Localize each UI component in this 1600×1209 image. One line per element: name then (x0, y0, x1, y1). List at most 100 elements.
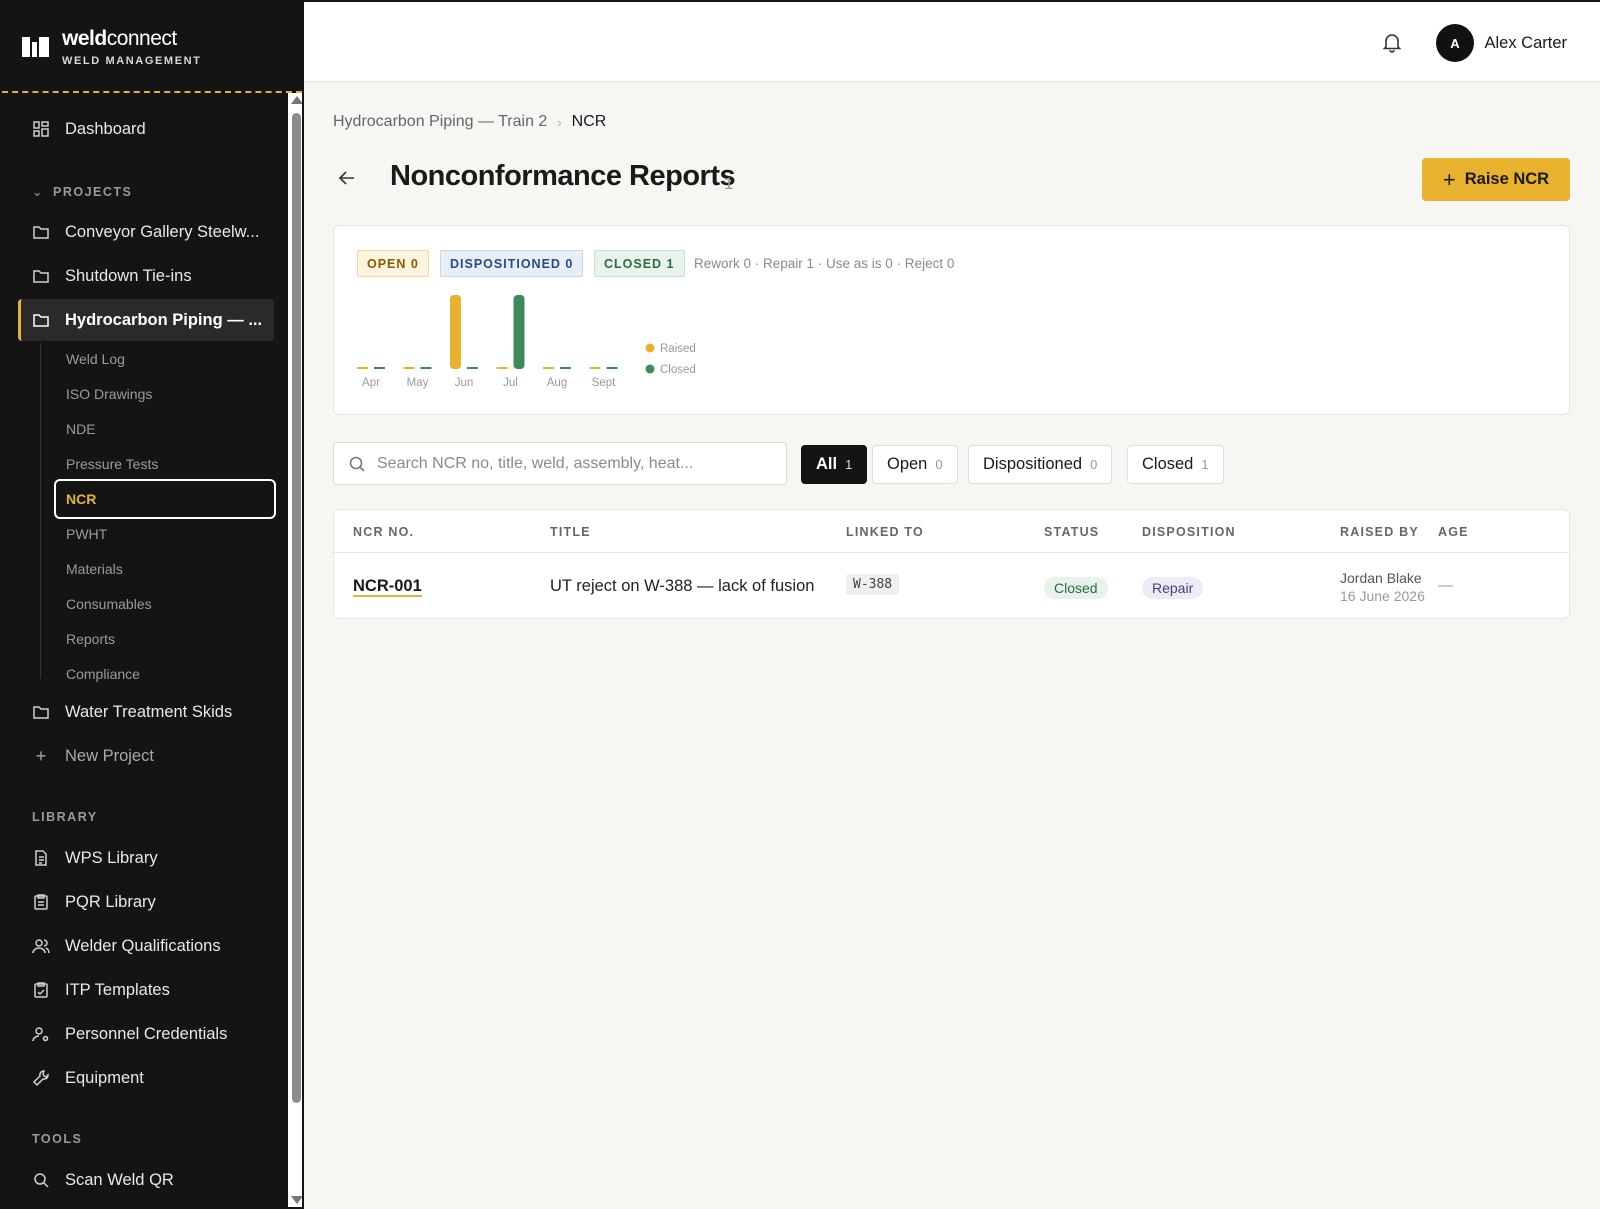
page-title: Nonconformance Reports (390, 160, 736, 192)
filter-tab-closed[interactable]: Closed 1 (1127, 445, 1224, 484)
table-header: NCR NO. TITLE LINKED TO STATUS DISPOSITI… (334, 510, 1569, 553)
sidebar-item-pqr-library[interactable]: PQR Library (18, 881, 274, 923)
ncr-number-link[interactable]: NCR-001 (353, 577, 422, 597)
back-arrow-icon[interactable] (337, 168, 361, 192)
column-header-disposition[interactable]: DISPOSITION (1142, 525, 1236, 539)
ncr-summary-card: OPEN 0 DISPOSITIONED 0 CLOSED 1 Rework 0… (333, 225, 1570, 415)
sidebar-item-scan-weld-qr[interactable]: Scan Weld QR (18, 1159, 274, 1201)
chevron-down-icon: ⌄ (32, 185, 44, 199)
sidebar-subitem-ncr[interactable]: NCR (54, 479, 276, 519)
search-box[interactable] (333, 442, 787, 485)
brand-logo[interactable]: weldconnect WELD MANAGEMENT (2, 2, 302, 93)
column-header-linked-to[interactable]: LINKED TO (846, 525, 924, 539)
sidebar-subitem-reports[interactable]: Reports (66, 631, 115, 647)
filter-count: 1 (1201, 457, 1209, 472)
sidebar-item-dashboard[interactable]: Dashboard (18, 108, 274, 150)
sidebar-item-project-conveyor[interactable]: Conveyor Gallery Steelw... (18, 211, 274, 253)
projects-section-toggle[interactable]: ⌄ PROJECTS (32, 184, 132, 199)
search-input[interactable] (377, 454, 777, 473)
filter-count: 0 (935, 457, 943, 472)
disposition-badge: Repair (1142, 577, 1204, 599)
sidebar-subitem-iso-drawings[interactable]: ISO Drawings (66, 386, 152, 402)
sidebar-item-label: Welder Qualifications (65, 936, 221, 955)
sidebar-scrollbar[interactable] (288, 93, 302, 1207)
x-tick-label: Apr (362, 377, 380, 389)
sidebar-subitem-consumables[interactable]: Consumables (66, 596, 152, 612)
user-name[interactable]: Alex Carter (1484, 34, 1567, 53)
brand-subtitle: WELD MANAGEMENT (62, 54, 202, 67)
sidebar-item-label: WPS Library (65, 848, 158, 867)
breadcrumb-parent-link[interactable]: Hydrocarbon Piping — Train 2 (333, 113, 547, 131)
sidebar-item-personnel-credentials[interactable]: Personnel Credentials (18, 1013, 274, 1055)
filter-tab-all[interactable]: All 1 (801, 445, 868, 484)
sidebar-item-label: ITP Templates (65, 980, 170, 999)
filter-label: Dispositioned (983, 455, 1083, 473)
closed-count-badge: CLOSED 1 (594, 250, 685, 277)
clipboard-check-icon (32, 981, 50, 999)
column-header-status[interactable]: STATUS (1044, 525, 1099, 539)
new-project-button[interactable]: + New Project (18, 735, 274, 777)
submenu-guide-line (40, 343, 41, 679)
sidebar-item-label: Water Treatment Skids (65, 702, 233, 721)
scroll-up-arrow-icon[interactable] (291, 96, 302, 104)
weldconnect-logo-icon (22, 36, 49, 57)
x-tick-label: Jun (455, 377, 474, 389)
filter-tab-dispositioned[interactable]: Dispositioned 0 (968, 445, 1113, 484)
ncr-title: UT reject on W-388 — lack of fusion (550, 577, 815, 595)
sidebar-subitem-compliance[interactable]: Compliance (66, 666, 140, 682)
sidebar-subitem-pressure-tests[interactable]: Pressure Tests (66, 456, 158, 472)
sidebar-item-welder-qualifications[interactable]: Welder Qualifications (18, 925, 274, 967)
sidebar-subitem-nde[interactable]: NDE (66, 421, 96, 437)
filter-count: 1 (845, 457, 853, 472)
bar-raised-sept (589, 367, 601, 369)
sidebar-subitem-pwht[interactable]: PWHT (66, 526, 107, 542)
sidebar-item-equipment[interactable]: Equipment (18, 1057, 274, 1099)
raise-ncr-button[interactable]: + Raise NCR (1422, 158, 1570, 201)
bar-raised-apr (357, 367, 368, 369)
sidebar-item-project-shutdown[interactable]: Shutdown Tie-ins (18, 255, 274, 297)
linked-weld-tag[interactable]: W-388 (846, 574, 900, 595)
bell-icon[interactable] (1380, 30, 1404, 54)
raised-by-name: Jordan Blake (1340, 570, 1422, 586)
raise-ncr-label: Raise NCR (1464, 170, 1550, 188)
sidebar-item-label: Equipment (65, 1068, 144, 1087)
wrench-icon (32, 1069, 50, 1087)
sidebar-item-wps-library[interactable]: WPS Library (18, 837, 274, 879)
sidebar-subitem-materials[interactable]: Materials (66, 561, 123, 577)
legend-swatch (645, 343, 655, 353)
top-bar: A Alex Carter (304, 0, 1600, 82)
scrollbar-thumb[interactable] (292, 113, 301, 1103)
page-title-count: 1 (724, 174, 734, 193)
bar-closed-sept (606, 367, 618, 369)
sidebar-item-itp-templates[interactable]: ITP Templates (18, 969, 274, 1011)
plus-icon: + (1442, 166, 1456, 192)
filter-label: Closed (1142, 455, 1194, 473)
sidebar-item-label: Hydrocarbon Piping — ... (65, 310, 263, 329)
column-header-age[interactable]: AGE (1438, 525, 1469, 539)
bar-raised-may (403, 367, 415, 369)
section-label: PROJECTS (52, 185, 133, 199)
x-tick-label: Aug (547, 377, 567, 389)
column-header-raised-by[interactable]: RAISED BY (1340, 525, 1419, 539)
column-header-title[interactable]: TITLE (550, 525, 591, 539)
folder-icon (32, 267, 50, 285)
bar-raised-aug (543, 367, 554, 369)
sidebar-subitem-weld-log[interactable]: Weld Log (66, 351, 125, 367)
search-icon (349, 456, 365, 472)
table-row[interactable]: NCR-001 UT reject on W-388 — lack of fus… (334, 553, 1569, 619)
bar-closed-may (420, 367, 432, 369)
scroll-down-arrow-icon[interactable] (291, 1196, 302, 1204)
filter-tab-open[interactable]: Open 0 (872, 445, 958, 484)
clipboard-list-icon (32, 893, 50, 911)
avatar[interactable]: A (1436, 24, 1474, 62)
grid-icon (32, 120, 50, 138)
filter-label: All (816, 455, 838, 473)
column-header-ncr-no[interactable]: NCR NO. (353, 525, 414, 539)
x-tick-label: Sept (592, 377, 616, 389)
sidebar-item-project-water[interactable]: Water Treatment Skids (18, 691, 274, 733)
folder-open-icon (32, 311, 50, 329)
bar-closed-jul (513, 295, 525, 369)
bar-raised-jun (450, 295, 461, 369)
sidebar-item-project-hydrocarbon[interactable]: Hydrocarbon Piping — ... (18, 299, 274, 341)
brand-name: weldconnect (62, 26, 177, 50)
